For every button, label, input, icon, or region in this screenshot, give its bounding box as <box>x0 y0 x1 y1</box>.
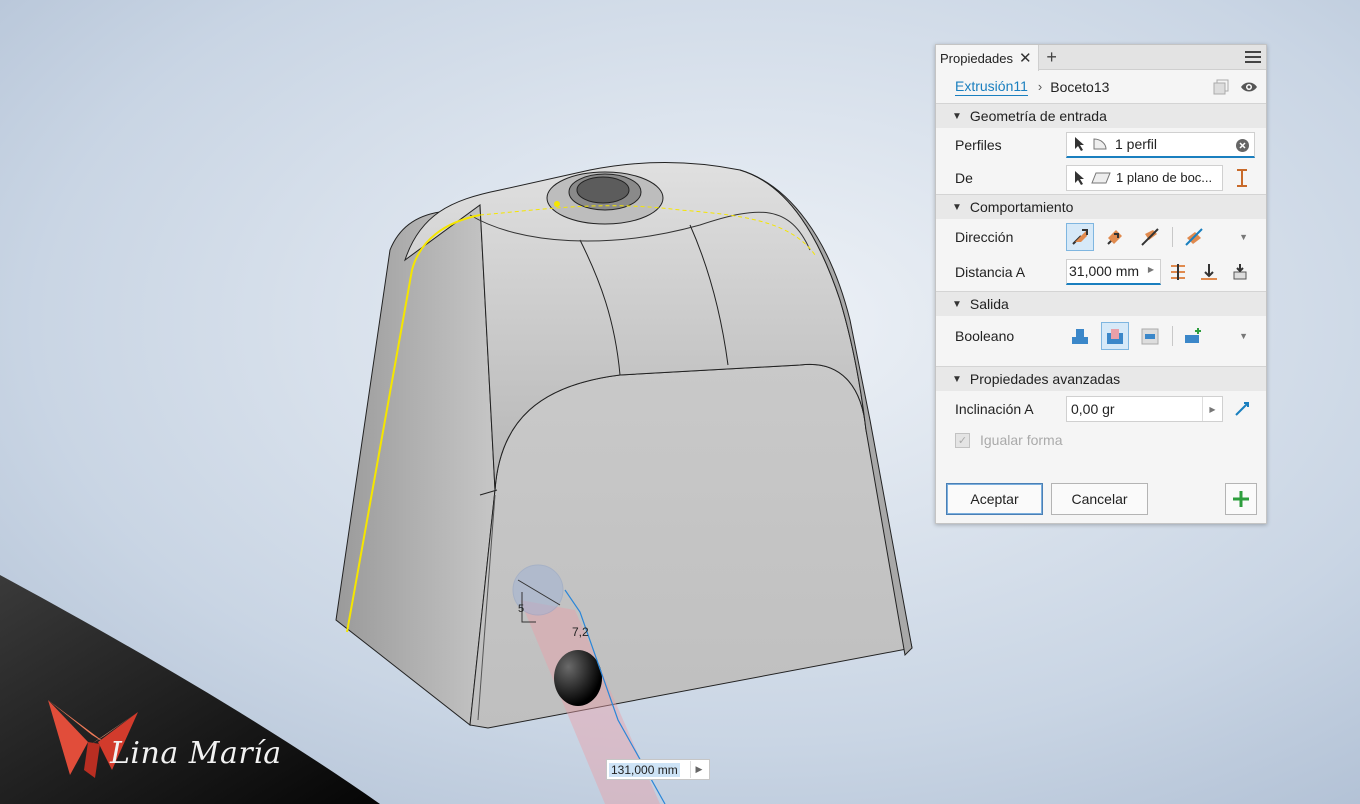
breadcrumb-feature-link[interactable]: Extrusión11 <box>955 78 1028 96</box>
boolean-cut-icon[interactable] <box>1101 322 1129 350</box>
row-direction: Dirección ▼ <box>936 219 1266 255</box>
direction-asymmetric-icon[interactable] <box>1180 223 1208 251</box>
cube-icon[interactable] <box>1212 78 1230 96</box>
direction-symmetric-icon[interactable] <box>1136 223 1164 251</box>
section-advanced[interactable]: ▼ Propiedades avanzadas <box>936 366 1266 391</box>
taper-input[interactable]: 0,00 gr ▶ <box>1066 396 1223 422</box>
cursor-arrow-icon <box>1075 170 1084 185</box>
direction-flipped-icon[interactable] <box>1101 223 1129 251</box>
eye-icon[interactable] <box>1240 78 1258 96</box>
extents-icon[interactable] <box>1228 164 1256 192</box>
from-value: 1 plano de boc... <box>1116 170 1213 185</box>
collapse-triangle-icon: ▼ <box>952 110 962 122</box>
chevron-right-icon: › <box>1037 79 1043 94</box>
direction-label: Dirección <box>955 229 1014 245</box>
section-title: Geometría de entrada <box>969 108 1107 124</box>
sketch-dimension-2[interactable]: 7,2 <box>572 625 589 639</box>
match-shape-label: Igualar forma <box>980 432 1063 448</box>
plus-icon <box>1233 491 1249 507</box>
cursor-arrow-icon <box>1075 137 1084 151</box>
to-next-icon[interactable] <box>1226 258 1254 286</box>
row-taper: Inclinación A 0,00 gr ▶ <box>936 391 1266 427</box>
taper-value: 0,00 gr <box>1071 401 1115 417</box>
boolean-intersect-icon[interactable] <box>1136 322 1164 350</box>
section-title: Salida <box>969 296 1009 312</box>
breadcrumb: Extrusión11 › Boceto13 <box>936 70 1266 103</box>
section-behavior[interactable]: ▼ Comportamiento <box>936 194 1266 219</box>
from-selector[interactable]: 1 plano de boc... <box>1066 164 1223 191</box>
add-tab-icon[interactable]: + <box>1039 45 1065 69</box>
match-shape-checkbox[interactable]: ✓ Igualar forma <box>936 427 1266 453</box>
clear-circle-icon[interactable] <box>1235 138 1250 153</box>
collapse-triangle-icon: ▼ <box>952 201 962 213</box>
chevron-down-icon[interactable]: ▼ <box>1239 331 1248 341</box>
sketch-dimension-1[interactable]: 5 <box>518 603 524 615</box>
profile-shape-icon <box>1093 138 1107 150</box>
collapse-triangle-icon: ▼ <box>952 298 962 310</box>
dimension-value: 131,000 mm <box>609 762 680 777</box>
boolean-label: Booleano <box>955 328 1015 344</box>
through-all-icon[interactable] <box>1195 258 1223 286</box>
close-icon[interactable]: ✕ <box>1019 49 1032 67</box>
section-title: Comportamiento <box>969 199 1074 215</box>
row-distance: Distancia A 31,000 mm ▶ <box>936 255 1266 288</box>
watermark-text: Lina María <box>110 736 282 771</box>
taper-label: Inclinación A <box>955 401 1034 417</box>
panel-footer: Aceptar Cancelar <box>936 483 1266 523</box>
new-solid-icon[interactable] <box>1180 322 1208 350</box>
play-arrow-icon[interactable]: ▶ <box>1148 265 1154 274</box>
section-output[interactable]: ▼ Salida <box>936 291 1266 316</box>
play-arrow-icon[interactable]: ▶ <box>690 761 707 778</box>
distance-to-icon[interactable] <box>1164 258 1192 286</box>
plane-icon <box>1091 172 1111 183</box>
properties-panel: Propiedades ✕ + Extrusión11 › Boceto13 ▼… <box>935 44 1267 524</box>
checkbox-icon: ✓ <box>955 432 970 448</box>
flip-taper-icon[interactable] <box>1228 395 1256 423</box>
tab-label: Propiedades <box>940 50 1013 66</box>
profiles-label: Perfiles <box>955 136 1002 153</box>
hamburger-menu-icon[interactable] <box>1245 49 1261 65</box>
row-profiles: Perfiles 1 perfil <box>936 128 1266 161</box>
panel-tab-bar: Propiedades ✕ + <box>936 45 1266 71</box>
profiles-selector[interactable]: 1 perfil <box>1066 131 1255 158</box>
distance-label: Distancia A <box>955 263 1026 280</box>
chevron-down-icon[interactable]: ▼ <box>1239 232 1248 242</box>
section-input-geometry[interactable]: ▼ Geometría de entrada <box>936 103 1266 128</box>
distance-value: 31,000 mm <box>1069 263 1140 279</box>
direction-default-icon[interactable] <box>1066 223 1094 251</box>
section-title: Propiedades avanzadas <box>969 371 1121 387</box>
extrusion-distance-input[interactable]: 131,000 mm ▶ <box>606 759 710 780</box>
tab-properties[interactable]: Propiedades ✕ <box>936 45 1039 71</box>
row-from: De 1 plano de boc... <box>936 161 1266 194</box>
breadcrumb-sketch[interactable]: Boceto13 <box>1050 79 1109 95</box>
boolean-join-icon[interactable] <box>1066 322 1094 350</box>
profiles-value: 1 perfil <box>1115 136 1158 152</box>
from-label: De <box>955 169 973 186</box>
ok-button[interactable]: Aceptar <box>946 483 1043 515</box>
collapse-triangle-icon: ▼ <box>952 373 962 385</box>
row-boolean: Booleano ▼ <box>936 316 1266 356</box>
cancel-button[interactable]: Cancelar <box>1051 483 1148 515</box>
distance-input[interactable]: 31,000 mm ▶ <box>1066 258 1161 285</box>
apply-add-button[interactable] <box>1225 483 1257 515</box>
play-arrow-icon[interactable]: ▶ <box>1202 397 1222 421</box>
